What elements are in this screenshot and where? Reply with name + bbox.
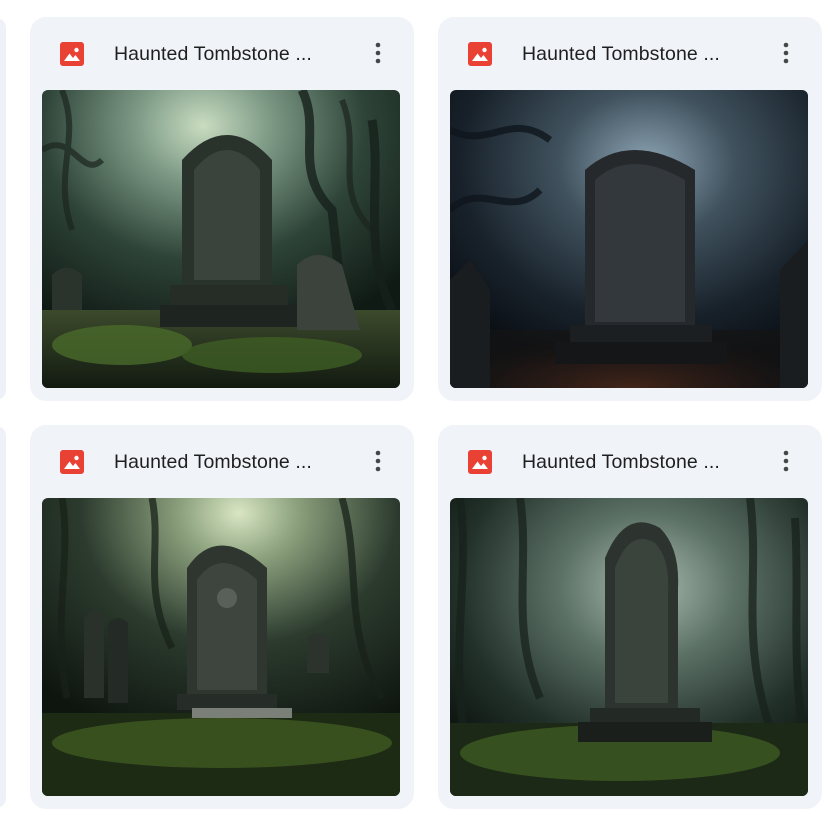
file-grid: Haunted Tombstone ... Haunted Tombstone … xyxy=(0,0,836,820)
file-thumbnail[interactable] xyxy=(450,498,808,796)
more-vert-icon xyxy=(783,450,789,472)
tombstone-image xyxy=(450,498,808,796)
tombstone-image xyxy=(42,90,400,388)
file-card-header: Haunted Tombstone ... xyxy=(30,17,414,89)
file-card-header: Haunted Tombstone ... xyxy=(30,425,414,497)
file-thumbnail[interactable] xyxy=(450,90,808,388)
file-card[interactable]: Haunted Tombstone ... xyxy=(438,17,822,401)
more-options-button[interactable] xyxy=(770,37,802,69)
more-vert-icon xyxy=(375,42,381,64)
file-name: Haunted Tombstone ... xyxy=(522,43,720,65)
image-file-icon xyxy=(468,450,492,474)
file-card-header: Haunted Tombstone ... xyxy=(438,425,822,497)
tombstone-image xyxy=(42,498,400,796)
more-options-button[interactable] xyxy=(362,37,394,69)
file-card-header: Haunted Tombstone ... xyxy=(438,17,822,89)
partial-card-left[interactable] xyxy=(0,18,6,400)
more-vert-icon xyxy=(783,42,789,64)
image-file-icon xyxy=(60,450,84,474)
file-card[interactable]: Haunted Tombstone ... xyxy=(30,17,414,401)
more-options-button[interactable] xyxy=(362,445,394,477)
tombstone-image xyxy=(450,90,808,388)
partial-card-left[interactable] xyxy=(0,426,6,808)
image-file-icon xyxy=(60,42,84,66)
file-thumbnail[interactable] xyxy=(42,90,400,388)
file-name: Haunted Tombstone ... xyxy=(114,451,312,473)
file-card[interactable]: Haunted Tombstone ... xyxy=(30,425,414,809)
file-thumbnail[interactable] xyxy=(42,498,400,796)
file-name: Haunted Tombstone ... xyxy=(522,451,720,473)
file-name: Haunted Tombstone ... xyxy=(114,43,312,65)
image-file-icon xyxy=(468,42,492,66)
more-options-button[interactable] xyxy=(770,445,802,477)
file-card[interactable]: Haunted Tombstone ... xyxy=(438,425,822,809)
more-vert-icon xyxy=(375,450,381,472)
